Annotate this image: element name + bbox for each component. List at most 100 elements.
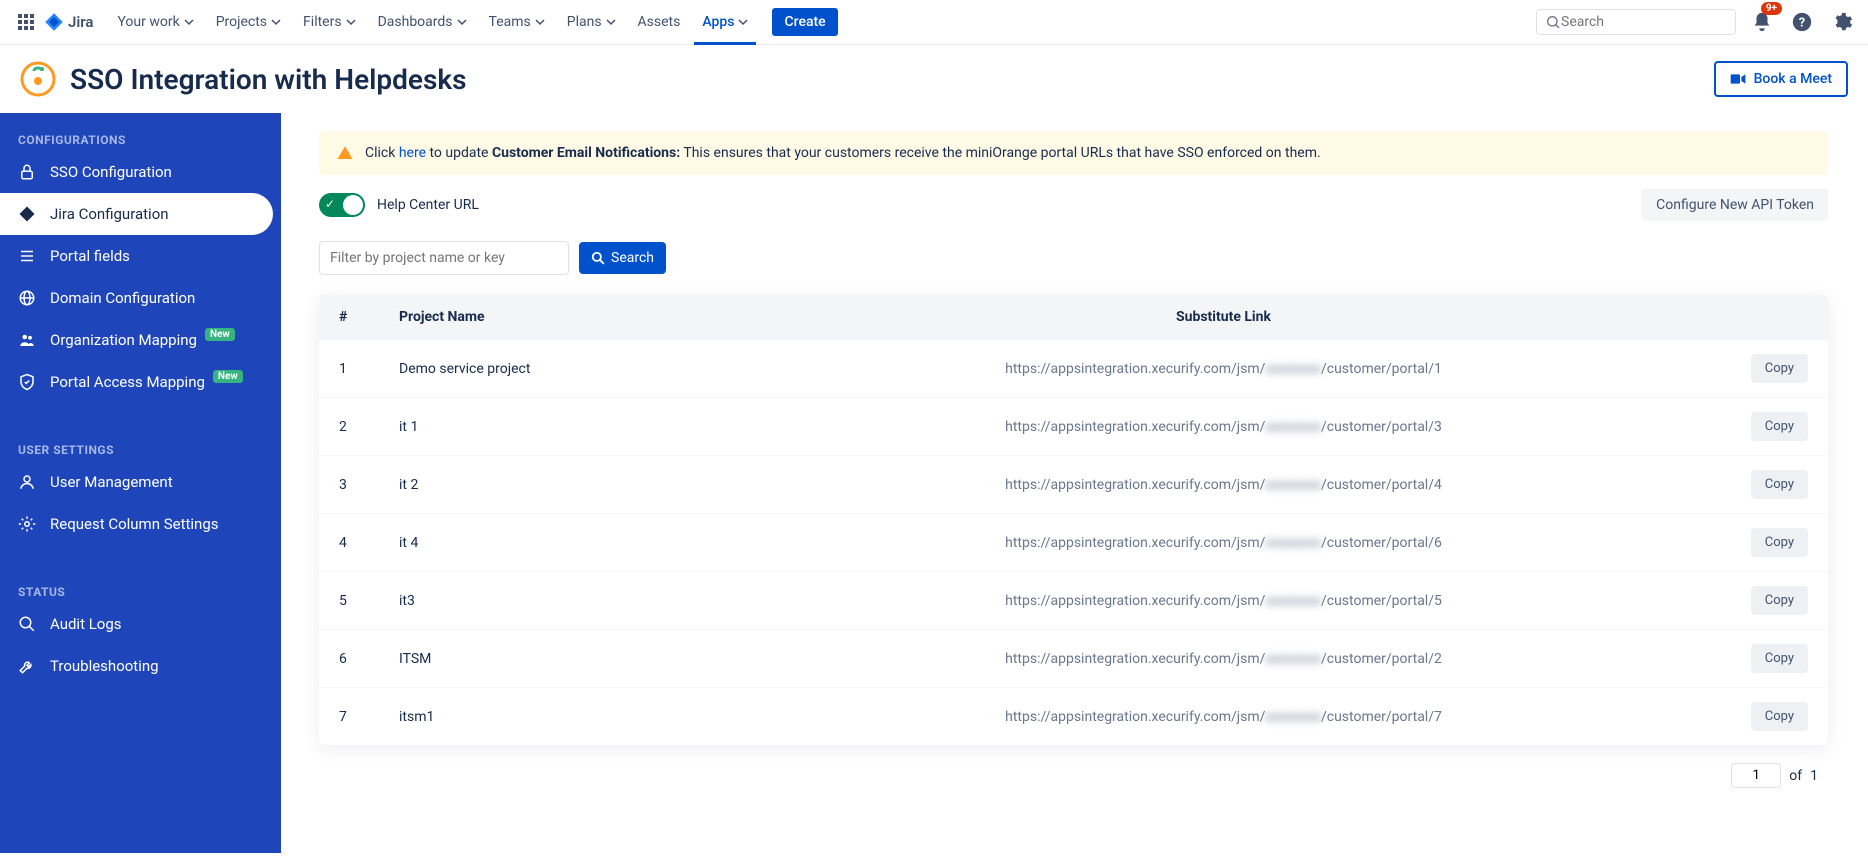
row-substitute-link: https://appsintegration.xecurify.com/jsm… bbox=[759, 419, 1688, 435]
svg-text:?: ? bbox=[1799, 16, 1805, 31]
search-button-label: Search bbox=[611, 250, 654, 266]
jira-icon bbox=[18, 205, 36, 223]
jira-logo[interactable]: Jira bbox=[44, 12, 93, 32]
row-num: 7 bbox=[339, 709, 399, 725]
sidebar-item-label: Jira Configuration bbox=[50, 205, 169, 223]
sidebar-status-group: Audit LogsTroubleshooting bbox=[0, 603, 281, 687]
main-content: Click here to update Customer Email Noti… bbox=[281, 113, 1868, 853]
row-num: 6 bbox=[339, 651, 399, 667]
copy-button[interactable]: Copy bbox=[1751, 354, 1808, 383]
row-substitute-link: https://appsintegration.xecurify.com/jsm… bbox=[759, 593, 1688, 609]
sidebar-item-domain-config[interactable]: Domain Configuration bbox=[0, 277, 281, 319]
search-icon bbox=[18, 615, 36, 633]
row-project-name: ITSM bbox=[399, 651, 759, 667]
settings-gear-icon[interactable] bbox=[1828, 8, 1856, 36]
book-meet-button[interactable]: Book a Meet bbox=[1714, 61, 1848, 97]
row-substitute-link: https://appsintegration.xecurify.com/jsm… bbox=[759, 477, 1688, 493]
app-logo-icon bbox=[20, 61, 56, 97]
table-row: 5it3https://appsintegration.xecurify.com… bbox=[319, 571, 1828, 629]
sidebar-item-audit-logs[interactable]: Audit Logs bbox=[0, 603, 281, 645]
global-search[interactable] bbox=[1536, 9, 1736, 35]
table-row: 7itsm1https://appsintegration.xecurify.c… bbox=[319, 687, 1828, 745]
check-icon: ✓ bbox=[325, 197, 335, 211]
sidebar-config-group: SSO Configuration Jira Configuration Porta… bbox=[0, 151, 281, 403]
nav-item-teams[interactable]: Teams bbox=[481, 0, 553, 45]
page-number-input[interactable] bbox=[1731, 763, 1781, 788]
row-substitute-link: https://appsintegration.xecurify.com/jsm… bbox=[759, 535, 1688, 551]
users-icon bbox=[18, 331, 36, 349]
section-heading-configurations: CONFIGURATIONS bbox=[0, 123, 281, 151]
chevron-down-icon bbox=[738, 17, 748, 27]
notification-bell-icon[interactable]: 9+ bbox=[1748, 8, 1776, 36]
row-num: 4 bbox=[339, 535, 399, 551]
row-project-name: it 2 bbox=[399, 477, 759, 493]
copy-button[interactable]: Copy bbox=[1751, 702, 1808, 731]
alert-text: Click here to update Customer Email Noti… bbox=[365, 145, 1321, 161]
globe-icon bbox=[18, 289, 36, 307]
chevron-down-icon bbox=[535, 17, 545, 27]
sidebar-item-org-mapping[interactable]: Organization MappingNew bbox=[0, 319, 281, 361]
nav-right: 9+ ? bbox=[1536, 8, 1856, 36]
copy-button[interactable]: Copy bbox=[1751, 528, 1808, 557]
projects-table: # Project Name Substitute Link 1Demo ser… bbox=[319, 295, 1828, 745]
chevron-down-icon bbox=[271, 17, 281, 27]
nav-item-apps[interactable]: Apps bbox=[694, 0, 756, 45]
row-substitute-link: https://appsintegration.xecurify.com/jsm… bbox=[759, 709, 1688, 725]
row-project-name: it 4 bbox=[399, 535, 759, 551]
row-num: 2 bbox=[339, 419, 399, 435]
sidebar-item-portal-access[interactable]: Portal Access MappingNew bbox=[0, 361, 281, 403]
pagination-total: 1 bbox=[1810, 768, 1818, 784]
app-switcher-icon[interactable] bbox=[12, 8, 40, 36]
controls-row: ✓ Help Center URL Configure New API Toke… bbox=[319, 189, 1828, 221]
row-substitute-link: https://appsintegration.xecurify.com/jsm… bbox=[759, 651, 1688, 667]
page-title: SSO Integration with Helpdesks bbox=[70, 63, 467, 96]
top-navigation: Jira Your workProjectsFiltersDashboardsT… bbox=[0, 0, 1868, 45]
row-num: 3 bbox=[339, 477, 399, 493]
table-row: 3it 2https://appsintegration.xecurify.co… bbox=[319, 455, 1828, 513]
nav-item-projects[interactable]: Projects bbox=[208, 0, 289, 45]
help-center-toggle[interactable]: ✓ bbox=[319, 193, 365, 217]
global-search-input[interactable] bbox=[1561, 14, 1721, 30]
sidebar-item-portal-fields[interactable]: Portal fields bbox=[0, 235, 281, 277]
sidebar-item-troubleshooting[interactable]: Troubleshooting bbox=[0, 645, 281, 687]
alert-here-link[interactable]: here bbox=[399, 145, 426, 161]
copy-button[interactable]: Copy bbox=[1751, 412, 1808, 441]
section-heading-status: STATUS bbox=[0, 575, 281, 603]
row-project-name: Demo service project bbox=[399, 361, 759, 377]
row-num: 5 bbox=[339, 593, 399, 609]
sidebar-item-user-management[interactable]: User Management bbox=[0, 461, 281, 503]
sidebar-item-sso-config[interactable]: SSO Configuration bbox=[0, 151, 281, 193]
help-icon[interactable]: ? bbox=[1788, 8, 1816, 36]
row-num: 1 bbox=[339, 361, 399, 377]
nav-item-assets[interactable]: Assets bbox=[630, 0, 689, 45]
row-project-name: it3 bbox=[399, 593, 759, 609]
filter-input[interactable] bbox=[319, 241, 569, 275]
sidebar-item-label: Portal fields bbox=[50, 247, 130, 265]
copy-button[interactable]: Copy bbox=[1751, 586, 1808, 615]
nav-item-filters[interactable]: Filters bbox=[295, 0, 364, 45]
copy-button[interactable]: Copy bbox=[1751, 644, 1808, 673]
jira-brand-text: Jira bbox=[68, 13, 93, 31]
col-link: Substitute Link bbox=[759, 309, 1688, 325]
wrench-icon bbox=[18, 657, 36, 675]
chevron-down-icon bbox=[346, 17, 356, 27]
nav-item-dashboards[interactable]: Dashboards bbox=[370, 0, 475, 45]
nav-item-plans[interactable]: Plans bbox=[559, 0, 624, 45]
sidebar-item-jira-config[interactable]: Jira Configuration bbox=[0, 193, 273, 235]
chevron-down-icon bbox=[457, 17, 467, 27]
row-substitute-link: https://appsintegration.xecurify.com/jsm… bbox=[759, 361, 1688, 377]
notification-badge: 9+ bbox=[1761, 2, 1782, 15]
sidebar-user-group: User ManagementRequest Column Settings bbox=[0, 461, 281, 545]
table-row: 4it 4https://appsintegration.xecurify.co… bbox=[319, 513, 1828, 571]
col-num: # bbox=[339, 309, 399, 325]
sidebar-item-request-column[interactable]: Request Column Settings bbox=[0, 503, 281, 545]
lock-icon bbox=[18, 163, 36, 181]
nav-item-your-work[interactable]: Your work bbox=[109, 0, 201, 45]
col-project: Project Name bbox=[399, 309, 759, 325]
search-icon bbox=[591, 251, 605, 265]
configure-api-token-button[interactable]: Configure New API Token bbox=[1642, 189, 1828, 221]
copy-button[interactable]: Copy bbox=[1751, 470, 1808, 499]
create-button[interactable]: Create bbox=[772, 8, 837, 36]
search-button[interactable]: Search bbox=[579, 242, 666, 274]
sidebar-item-label: Domain Configuration bbox=[50, 289, 195, 307]
